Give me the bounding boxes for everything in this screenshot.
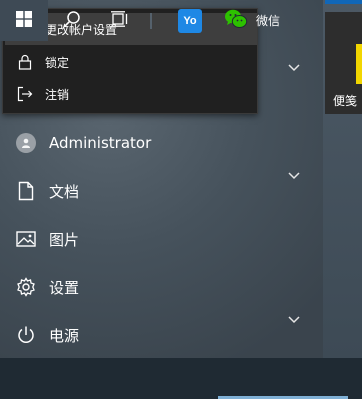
task-view-button[interactable] <box>97 0 141 41</box>
search-button[interactable] <box>50 0 94 41</box>
taskbar-separator <box>150 13 152 29</box>
gear-icon <box>16 277 36 297</box>
user-name-label: Administrator <box>49 134 152 152</box>
nav-item-pictures[interactable]: 图片 <box>0 217 320 261</box>
document-icon <box>16 181 36 201</box>
nav-item-settings[interactable]: 设置 <box>0 265 320 309</box>
lock-icon <box>17 54 33 70</box>
sign-out-icon <box>17 86 33 102</box>
wechat-label: 微信 <box>256 14 281 28</box>
nav-item-label: 设置 <box>49 278 80 297</box>
avatar-icon <box>16 133 36 153</box>
nav-item-label: 电源 <box>49 326 80 345</box>
nav-item-label: 图片 <box>49 230 80 249</box>
nav-item-power[interactable]: 电源 <box>0 313 320 357</box>
sticky-notes-icon <box>356 44 362 84</box>
sign-out-item[interactable]: 注销 <box>5 78 257 110</box>
taskbar <box>0 358 362 399</box>
taskbar-app-button[interactable]: Yo <box>168 0 212 41</box>
popup-item-label: 注销 <box>45 87 70 102</box>
app-icon: Yo <box>178 8 202 33</box>
lock-item[interactable]: 锁定 <box>5 46 257 78</box>
pictures-icon <box>16 229 36 249</box>
nav-item-documents[interactable]: 文档 <box>0 169 320 213</box>
search-icon <box>63 10 81 32</box>
power-icon <box>16 325 36 345</box>
wechat-taskbar-button[interactable]: 微信 <box>218 0 348 41</box>
nav-item-label: 文档 <box>49 182 80 201</box>
sticky-notes-label: 便笺 <box>333 94 358 108</box>
task-view-icon <box>110 10 128 31</box>
popup-item-label: 锁定 <box>45 55 70 70</box>
windows-logo-icon <box>16 10 32 31</box>
start-button[interactable] <box>0 0 48 41</box>
chevron-down-icon[interactable] <box>287 63 301 73</box>
wechat-icon <box>224 8 248 34</box>
user-account-item[interactable]: Administrator <box>0 121 320 165</box>
